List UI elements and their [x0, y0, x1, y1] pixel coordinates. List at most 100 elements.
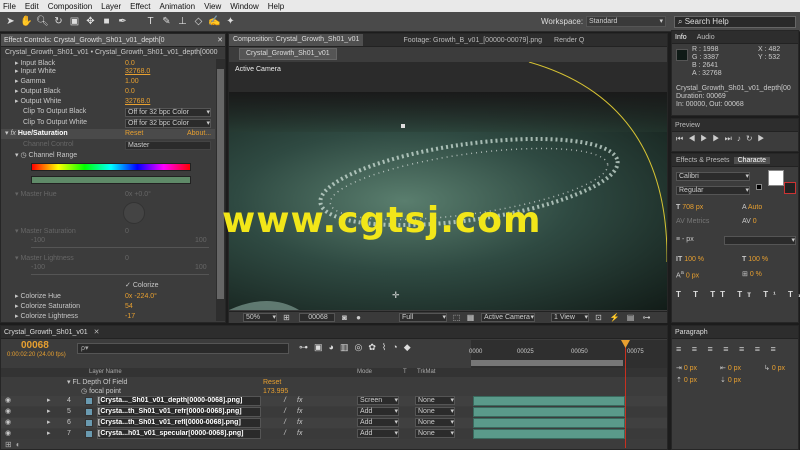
menu-help[interactable]: Help	[268, 2, 284, 11]
vertical-scale-field[interactable]: IT 100 %	[676, 256, 704, 263]
roto-brush-icon[interactable]: ✍	[208, 15, 221, 28]
comp-mini-flowchart-icon[interactable]: ⊶	[299, 342, 314, 352]
search-help-field[interactable]: ⌕ Search Help	[674, 16, 796, 28]
output-white-value[interactable]: 32768.0	[125, 97, 150, 107]
blend-mode-select[interactable]: Add ▾	[357, 418, 399, 427]
pen-icon[interactable]: ✒	[116, 15, 129, 28]
track-matte-select[interactable]: None ▾	[415, 418, 455, 427]
blend-mode-select[interactable]: Add ▾	[357, 429, 399, 438]
fast-preview-icon[interactable]: ⚡	[609, 313, 620, 323]
tsume-field[interactable]: ⊞ 0 %	[742, 270, 762, 278]
snapshot-icon[interactable]: ◙	[339, 313, 350, 323]
menu-layer[interactable]: Layer	[101, 2, 121, 11]
expand-triangle-icon[interactable]: ▸	[47, 418, 51, 428]
kerning-field[interactable]: AV Metrics	[676, 218, 709, 225]
leading-field[interactable]: A Auto	[742, 204, 762, 211]
master-saturation-value[interactable]: 0	[125, 227, 129, 237]
menu-composition[interactable]: Composition	[48, 2, 92, 11]
playhead[interactable]	[625, 340, 626, 448]
draft-3d-icon[interactable]: ▣	[314, 342, 329, 352]
colorize-saturation-value[interactable]: 54	[125, 302, 133, 312]
layer-duration-bar[interactable]	[473, 418, 625, 428]
prev-frame-icon[interactable]: ◀	[688, 134, 700, 143]
puppet-icon[interactable]: ✦	[224, 15, 237, 28]
indent-left-field[interactable]: ⇥ 0 px	[676, 364, 697, 372]
clip-white-select[interactable]: Off for 32 bpc Color ▾	[125, 119, 211, 128]
ram-preview-icon[interactable]: ▶	[758, 134, 770, 143]
visibility-eye-icon[interactable]: ◉	[5, 418, 11, 428]
stopwatch-icon[interactable]: ◷	[20, 152, 26, 159]
brush-icon[interactable]: ✎	[160, 15, 173, 28]
timeline-ruler[interactable]: 0000 00025 00050 00075	[469, 340, 667, 368]
zoom-icon[interactable]: 🔍︎	[36, 15, 49, 28]
track-matte-select[interactable]: None ▾	[415, 429, 455, 438]
visibility-eye-icon[interactable]: ◉	[5, 429, 11, 439]
comp-timecode[interactable]: 00068	[299, 313, 335, 322]
master-saturation-slider[interactable]	[31, 247, 209, 248]
flowchart-icon[interactable]: ⊶	[641, 313, 652, 323]
region-of-interest-icon[interactable]: ⬚	[451, 313, 462, 323]
expand-triangle-icon[interactable]: ▸	[47, 407, 51, 417]
input-white-value[interactable]: 32768.0	[125, 67, 150, 77]
work-area-bar[interactable]	[471, 360, 623, 366]
menu-animation[interactable]: Animation	[159, 2, 195, 11]
scrollbar-thumb[interactable]	[217, 69, 224, 299]
toggle-modes-icon[interactable]: ◐	[16, 440, 25, 449]
menu-effect[interactable]: Effect	[130, 2, 150, 11]
layer-name[interactable]: [Crysta...h01_v01_specular[0000-0068].pn…	[97, 429, 261, 439]
space-before-field[interactable]: ⇡ 0 px	[676, 376, 697, 384]
layer-name[interactable]: [Crysta...th_Sh01_v01_refl[0000-0068].pn…	[97, 418, 261, 428]
frame-blend-icon[interactable]: ▥	[340, 342, 355, 352]
audio-tab[interactable]: Audio	[697, 34, 715, 41]
show-channel-icon[interactable]: ●	[353, 313, 364, 323]
stroke-width-field[interactable]: ≡ - px	[676, 236, 694, 243]
render-queue-tab[interactable]: Render Q	[554, 37, 584, 44]
indent-first-field[interactable]: ↳ 0 px	[764, 364, 785, 372]
colorize-checkbox-row[interactable]: ✓ Colorize	[1, 281, 159, 291]
menu-window[interactable]: Window	[230, 2, 258, 11]
next-frame-icon[interactable]: ▶	[712, 134, 724, 143]
fx-switch-icon[interactable]: /	[284, 407, 286, 417]
clone-stamp-icon[interactable]: ⊥	[176, 15, 189, 28]
colorize-checkbox[interactable]: ✓	[125, 282, 131, 289]
master-lightness-slider[interactable]	[31, 274, 209, 275]
camera-view-select[interactable]: Active Camera ▾	[481, 313, 535, 322]
tracking-field[interactable]: AV 0	[742, 218, 757, 225]
view-layout-select[interactable]: 1 View ▾	[551, 313, 589, 322]
live-update-icon[interactable]: ◔	[392, 342, 403, 352]
type-icon[interactable]: T	[144, 15, 157, 28]
stroke-style-select[interactable]: ▾	[724, 236, 796, 245]
resolution-select[interactable]: Full ▾	[399, 313, 447, 322]
menu-view[interactable]: View	[204, 2, 221, 11]
colorize-lightness-value[interactable]: -17	[125, 312, 135, 322]
preview-tab[interactable]: Preview	[672, 119, 798, 132]
stroke-color-swatch[interactable]	[784, 182, 796, 194]
timeline-timecode[interactable]: 00068	[21, 340, 49, 351]
eraser-icon[interactable]: ◇	[192, 15, 205, 28]
menu-file[interactable]: File	[3, 2, 16, 11]
track-matte-select[interactable]: None ▾	[415, 407, 455, 416]
channel-control-select[interactable]: Master	[125, 141, 211, 150]
audio-icon[interactable]: ♪	[737, 134, 746, 143]
paragraph-align-buttons[interactable]: ≡ ≡ ≡ ≡ ≡ ≡ ≡	[676, 344, 780, 354]
layer-name[interactable]: [Crysta...th_Sh01_v01_refr[0000-0068].pn…	[97, 407, 261, 417]
font-family-select[interactable]: Calibri ▾	[676, 172, 750, 181]
horizontal-scale-field[interactable]: T 100 %	[742, 256, 768, 263]
layer-duration-bar[interactable]	[473, 429, 625, 439]
hue-saturation-header[interactable]: ▾ fx Hue/Saturation Reset About...	[1, 129, 215, 139]
effect-controls-tab[interactable]: Effect Controls: Crystal_Growth_Sh01_v01…	[1, 34, 225, 47]
font-size-field[interactable]: T 708 px	[676, 204, 703, 211]
indent-right-field[interactable]: ⇤ 0 px	[720, 364, 741, 372]
effect-switch-icon[interactable]: fx	[297, 396, 302, 406]
output-black-value[interactable]: 0.0	[125, 87, 135, 97]
timeline-icon[interactable]: ▤	[625, 313, 636, 323]
loop-icon[interactable]: ↻	[746, 134, 758, 143]
last-frame-icon[interactable]: ⏭	[725, 134, 737, 143]
fill-color-swatch[interactable]	[768, 170, 784, 186]
master-hue-dial[interactable]	[123, 202, 145, 224]
motion-blur-icon[interactable]: ◎	[354, 342, 368, 352]
safe-zones-icon[interactable]: ⊞	[281, 313, 292, 323]
layer-duration-bar[interactable]	[473, 407, 625, 417]
font-style-select[interactable]: Regular ▾	[676, 186, 750, 195]
effect-switch-icon[interactable]: fx	[297, 418, 302, 428]
